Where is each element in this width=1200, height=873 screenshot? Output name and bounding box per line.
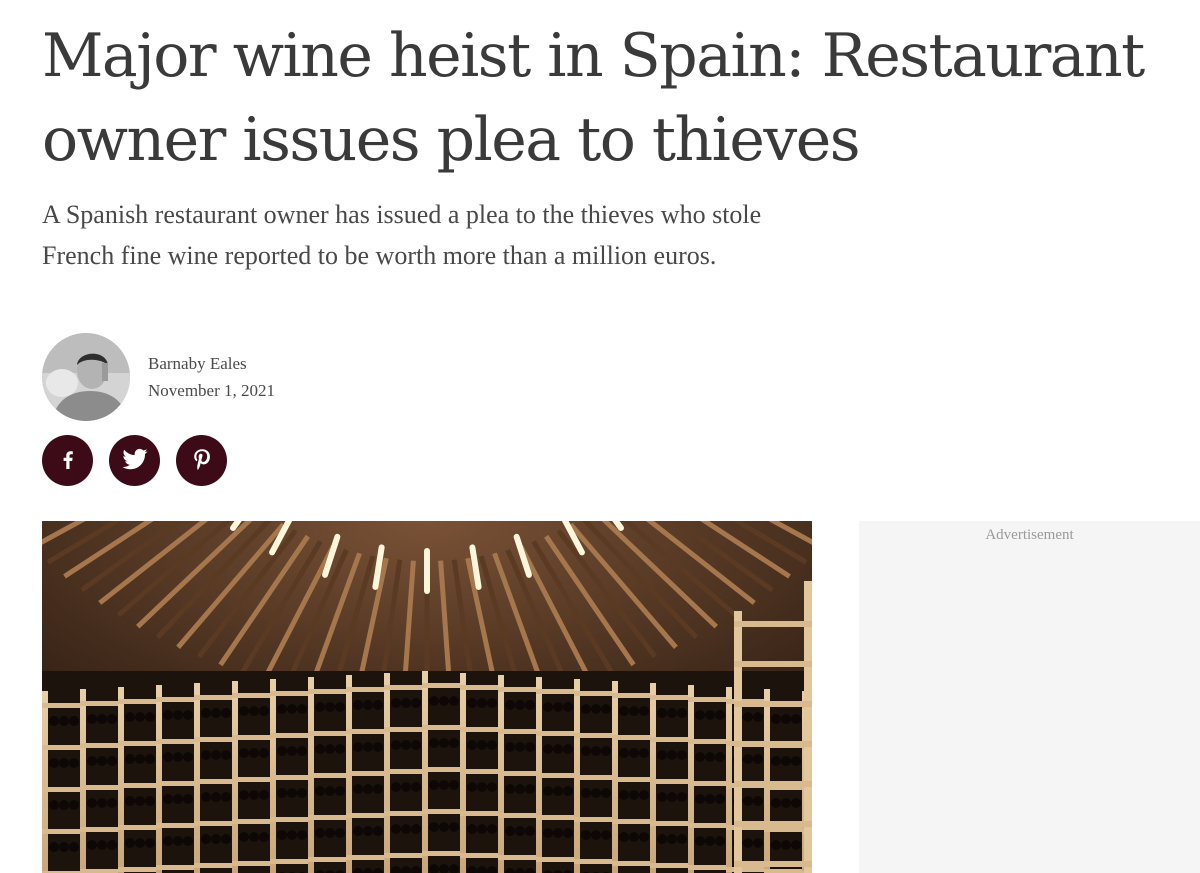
advertisement-label: Advertisement bbox=[985, 527, 1074, 543]
pinterest-icon bbox=[189, 446, 215, 476]
article-standfirst: A Spanish restaurant owner has issued a … bbox=[42, 200, 762, 270]
author-name[interactable]: Barnaby Eales bbox=[148, 350, 275, 377]
author-avatar[interactable] bbox=[42, 333, 130, 421]
publish-date: November 1, 2021 bbox=[148, 381, 276, 400]
wine-cellar-image bbox=[42, 521, 812, 873]
advertisement-slot[interactable]: Advertisement bbox=[859, 521, 1200, 873]
social-share-bar bbox=[42, 435, 227, 486]
pinterest-share-button[interactable] bbox=[176, 435, 227, 486]
twitter-icon bbox=[120, 444, 150, 478]
author-byline: Barnaby Eales November 1, 2021 bbox=[42, 332, 275, 422]
article-headline: Major wine heist in Spain: Restaurant ow… bbox=[42, 21, 1145, 175]
facebook-share-button[interactable] bbox=[42, 435, 93, 486]
facebook-icon bbox=[56, 447, 80, 475]
twitter-share-button[interactable] bbox=[109, 435, 160, 486]
